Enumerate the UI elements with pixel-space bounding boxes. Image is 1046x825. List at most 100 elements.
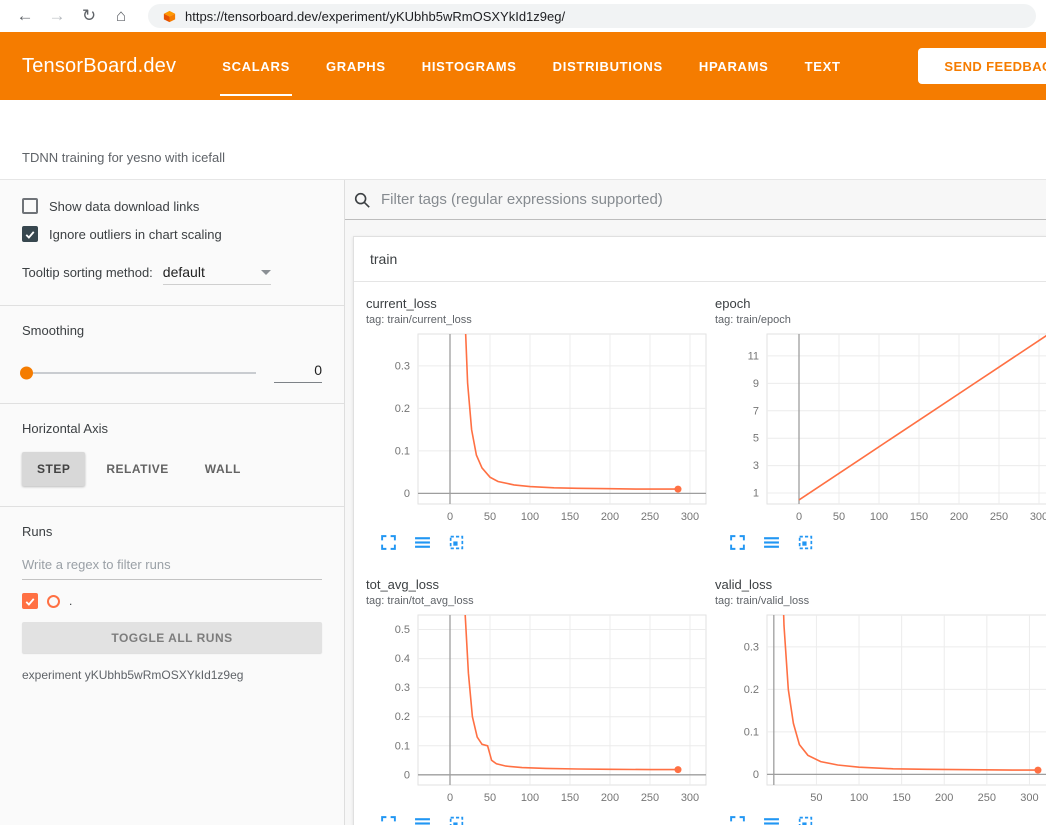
tab-scalars[interactable]: SCALARS: [222, 32, 290, 100]
svg-text:0.1: 0.1: [395, 740, 410, 752]
line-chart-valid-loss[interactable]: 00.10.20.350100150200250300: [715, 611, 1046, 809]
svg-text:0.4: 0.4: [395, 653, 410, 665]
svg-text:50: 50: [833, 511, 845, 523]
send-feedback-button[interactable]: SEND FEEDBACK: [918, 48, 1046, 84]
axis-relative-button[interactable]: RELATIVE: [91, 452, 183, 486]
chart-tag: tag: train/current_loss: [366, 314, 711, 326]
filter-tags-input[interactable]: [381, 191, 1042, 208]
train-card: train current_loss tag: train/current_lo…: [353, 236, 1046, 825]
slider-thumb[interactable]: [20, 366, 33, 379]
address-bar[interactable]: https://tensorboard.dev/experiment/yKUbh…: [148, 4, 1036, 28]
expand-chart-icon[interactable]: [729, 534, 746, 551]
svg-text:250: 250: [641, 792, 659, 804]
fit-domain-icon[interactable]: [797, 815, 814, 825]
search-icon: [353, 191, 371, 209]
check-icon: [24, 228, 36, 241]
smoothing-control: 0: [22, 362, 322, 383]
svg-text:7: 7: [753, 405, 759, 417]
runs-filter-input[interactable]: [22, 553, 322, 580]
divider: [0, 506, 344, 507]
line-chart-epoch[interactable]: 1357911050100150200250300: [715, 330, 1046, 528]
chart-card-tot-avg-loss: tot_avg_loss tag: train/tot_avg_loss 00.…: [366, 577, 711, 825]
horizontal-axis-buttons: STEP RELATIVE WALL: [22, 452, 322, 486]
tooltip-sorting-dropdown[interactable]: default: [163, 264, 271, 285]
filter-tags-row: [345, 180, 1046, 220]
svg-text:9: 9: [753, 378, 759, 390]
url-text: https://tensorboard.dev/experiment/yKUbh…: [185, 9, 565, 24]
experiment-caption: experiment yKUbhb5wRmOSXYkId1z9eg: [22, 668, 322, 682]
svg-text:0: 0: [447, 511, 453, 523]
forward-icon[interactable]: →: [42, 2, 72, 30]
svg-text:0.2: 0.2: [744, 684, 759, 696]
show-download-row: Show data download links: [22, 198, 322, 214]
chart-title: current_loss: [366, 296, 711, 311]
svg-text:1: 1: [753, 488, 759, 500]
chart-card-epoch: epoch tag: train/epoch 13579110501001502…: [715, 296, 1046, 551]
svg-text:0.1: 0.1: [395, 445, 410, 457]
tab-graphs[interactable]: GRAPHS: [326, 32, 386, 100]
brand-title: TensorBoard.dev: [22, 55, 176, 78]
svg-text:250: 250: [978, 792, 996, 804]
line-chart-tot-avg-loss[interactable]: 00.10.20.30.40.5050100150200250300: [366, 611, 711, 809]
svg-text:0: 0: [404, 769, 410, 781]
tab-histograms[interactable]: HISTOGRAMS: [422, 32, 517, 100]
tab-distributions[interactable]: DISTRIBUTIONS: [553, 32, 663, 100]
line-chart-current-loss[interactable]: 00.10.20.3050100150200250300: [366, 330, 711, 528]
run-checkbox[interactable]: [22, 593, 38, 609]
chart-toolbar: [715, 534, 1046, 551]
svg-text:200: 200: [950, 511, 968, 523]
page: ← → ↻ ⌂ https://tensorboard.dev/experime…: [0, 0, 1046, 825]
train-section-header[interactable]: train: [354, 237, 1046, 282]
chart-toolbar: [366, 534, 711, 551]
chart-tag: tag: train/valid_loss: [715, 595, 1046, 607]
ignore-outliers-label: Ignore outliers in chart scaling: [49, 227, 222, 242]
divider: [0, 403, 344, 404]
run-color-swatch[interactable]: [47, 595, 60, 608]
svg-text:0.3: 0.3: [395, 682, 410, 694]
smoothing-value[interactable]: 0: [274, 362, 322, 383]
chart-tag: tag: train/tot_avg_loss: [366, 595, 711, 607]
axis-step-button[interactable]: STEP: [22, 452, 85, 486]
ignore-outliers-row: Ignore outliers in chart scaling: [22, 226, 322, 242]
home-icon[interactable]: ⌂: [106, 2, 136, 30]
expand-chart-icon[interactable]: [380, 815, 397, 825]
svg-text:100: 100: [521, 792, 539, 804]
svg-text:300: 300: [681, 792, 699, 804]
svg-text:0: 0: [753, 769, 759, 781]
browser-toolbar: ← → ↻ ⌂ https://tensorboard.dev/experime…: [0, 0, 1046, 32]
fit-domain-icon[interactable]: [448, 534, 465, 551]
view-data-icon[interactable]: [763, 534, 780, 551]
svg-text:250: 250: [641, 511, 659, 523]
view-data-icon[interactable]: [414, 534, 431, 551]
svg-text:150: 150: [910, 511, 928, 523]
chart-toolbar: [715, 815, 1046, 825]
scalars-main: train current_loss tag: train/current_lo…: [345, 180, 1046, 825]
show-download-checkbox[interactable]: [22, 198, 38, 214]
view-data-icon[interactable]: [763, 815, 780, 825]
experiment-subheader: TDNN training for yesno with icefall: [0, 100, 1046, 180]
svg-text:50: 50: [484, 511, 496, 523]
svg-text:300: 300: [1020, 792, 1038, 804]
expand-chart-icon[interactable]: [380, 534, 397, 551]
ignore-outliers-checkbox[interactable]: [22, 226, 38, 242]
smoothing-slider[interactable]: [22, 372, 256, 374]
svg-text:100: 100: [521, 511, 539, 523]
chevron-down-icon: [261, 270, 271, 275]
fit-domain-icon[interactable]: [448, 815, 465, 825]
fit-domain-icon[interactable]: [797, 534, 814, 551]
tab-text[interactable]: TEXT: [805, 32, 841, 100]
tab-hparams[interactable]: HPARAMS: [699, 32, 769, 100]
chart-tag: tag: train/epoch: [715, 314, 1046, 326]
svg-text:50: 50: [810, 792, 822, 804]
chart-title: valid_loss: [715, 577, 1046, 592]
show-download-label: Show data download links: [49, 199, 199, 214]
reload-icon[interactable]: ↻: [74, 2, 104, 30]
svg-text:100: 100: [870, 511, 888, 523]
axis-wall-button[interactable]: WALL: [190, 452, 256, 486]
back-icon[interactable]: ←: [10, 2, 40, 30]
toggle-all-runs-button[interactable]: TOGGLE ALL RUNS: [22, 622, 322, 653]
view-data-icon[interactable]: [414, 815, 431, 825]
svg-text:0.3: 0.3: [395, 360, 410, 372]
expand-chart-icon[interactable]: [729, 815, 746, 825]
run-name: .: [69, 594, 72, 608]
